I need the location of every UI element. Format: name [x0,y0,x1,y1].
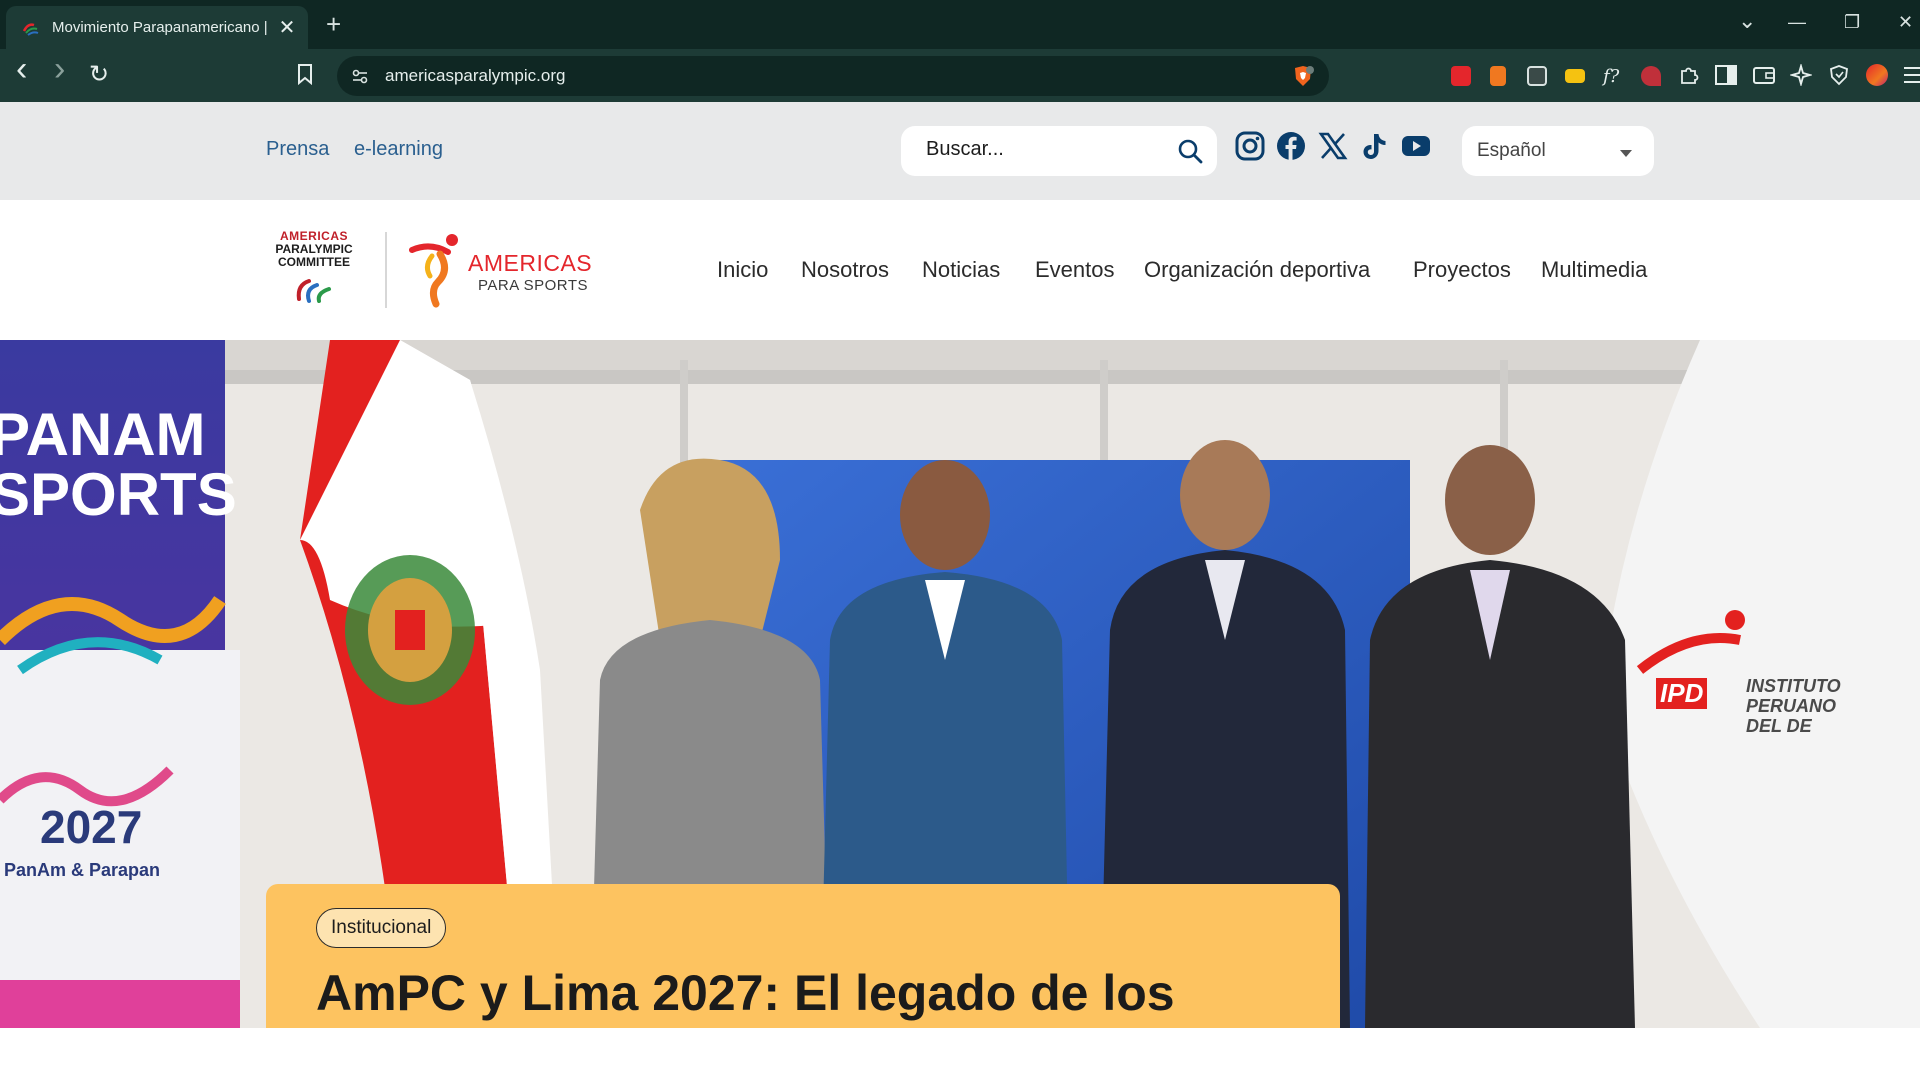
extension-icon[interactable] [1565,69,1585,83]
menu-icon[interactable] [1904,66,1920,89]
language-selected: Español [1477,140,1546,161]
search-box[interactable] [901,126,1217,176]
category-badge[interactable]: Institucional [316,908,447,948]
tab-list-icon[interactable]: ⌄ [1738,8,1756,34]
nav-multimedia[interactable]: Multimedia [1541,257,1647,283]
chevron-down-icon [1620,150,1632,157]
nav-proyectos[interactable]: Proyectos [1413,257,1511,283]
banner-text-sports: SPORTS [0,461,237,528]
bookmark-icon[interactable] [296,63,314,90]
extension-icon[interactable] [1451,66,1471,86]
brave-shield-icon[interactable] [1291,64,1315,93]
sidebar-icon[interactable] [1715,65,1737,90]
agitos-icon [296,279,331,303]
nav-nosotros[interactable]: Nosotros [801,257,889,283]
window-close-button[interactable]: ✕ [1898,12,1913,33]
reload-button[interactable]: ↻ [89,61,109,89]
link-prensa[interactable]: Prensa [266,138,329,161]
x-twitter-icon[interactable] [1317,130,1349,162]
new-tab-button[interactable]: + [326,10,341,38]
back-button[interactable]: ‹ [16,52,27,86]
leo-ai-icon[interactable] [1788,62,1814,91]
ipd-name-line1: INSTITUTO [1746,676,1841,696]
news-headline[interactable]: AmPC y Lima 2027: El legado de los [316,964,1175,1022]
profile-avatar-icon[interactable] [1866,64,1888,86]
tab-title: Movimiento Parapanamericano | [52,19,268,36]
language-select[interactable]: Español [1462,126,1654,176]
url-text[interactable]: americasparalympic.org [385,66,565,86]
logo-divider [385,232,387,308]
extensions-puzzle-icon[interactable] [1678,64,1700,91]
minimize-button[interactable]: — [1788,12,1806,33]
americas-para-sports-logo[interactable]: AMERICAS PARA SPORTS [408,232,592,308]
browser-tab-bar: Movimiento Parapanamericano | ✕ + ⌄ — ❐ … [0,0,1920,49]
para-sports-logo-line2: PARA SPORTS [478,277,588,294]
banner-text-panam: PANAM [0,401,206,468]
extension-icon[interactable] [1641,66,1661,86]
youtube-icon[interactable] [1400,130,1432,162]
instagram-icon[interactable] [1234,130,1266,162]
para-sports-logo-line1: AMERICAS [468,250,593,276]
ipd-logo-text: IPD [1656,678,1708,709]
banner-text-year: 2027 [40,801,143,853]
apc-logo[interactable]: AMERICAS PARALYMPIC COMMITTEE [264,230,364,310]
search-icon[interactable] [1177,138,1203,164]
wallet-icon[interactable] [1753,65,1775,90]
extension-icon[interactable] [1527,66,1547,86]
extension-icon[interactable] [1490,66,1506,86]
tiktok-icon[interactable] [1359,130,1391,162]
restore-button[interactable]: ❐ [1844,12,1860,33]
ipd-name-line3: DEL DE [1746,716,1812,736]
banner-text-sub: PanAm & Parapan [4,860,161,880]
nav-noticias[interactable]: Noticias [922,257,1000,283]
para-sports-figure-icon [409,234,458,308]
site-settings-icon[interactable] [351,67,369,90]
nav-eventos[interactable]: Eventos [1035,257,1115,283]
apc-logo-line3: COMMITTEE [278,255,350,269]
tab-close-icon[interactable]: ✕ [276,18,298,38]
featured-news-card[interactable]: Institucional AmPC y Lima 2027: El legad… [266,884,1340,1028]
search-input[interactable] [926,138,1156,161]
nav-organizacion-deportiva[interactable]: Organización deportiva [1144,257,1370,283]
forward-button[interactable]: › [54,52,65,86]
link-e-learning[interactable]: e-learning [354,138,443,161]
ipd-name-line2: PERUANO [1746,696,1837,716]
browser-tab[interactable]: Movimiento Parapanamericano | ✕ [6,6,308,49]
address-bar[interactable]: americasparalympic.org [337,56,1329,96]
nav-inicio[interactable]: Inicio [717,257,768,283]
site-favicon-icon [22,19,40,37]
extension-icon[interactable]: f? [1603,66,1623,87]
facebook-icon[interactable] [1275,130,1307,162]
vpn-shield-icon[interactable] [1828,64,1850,91]
